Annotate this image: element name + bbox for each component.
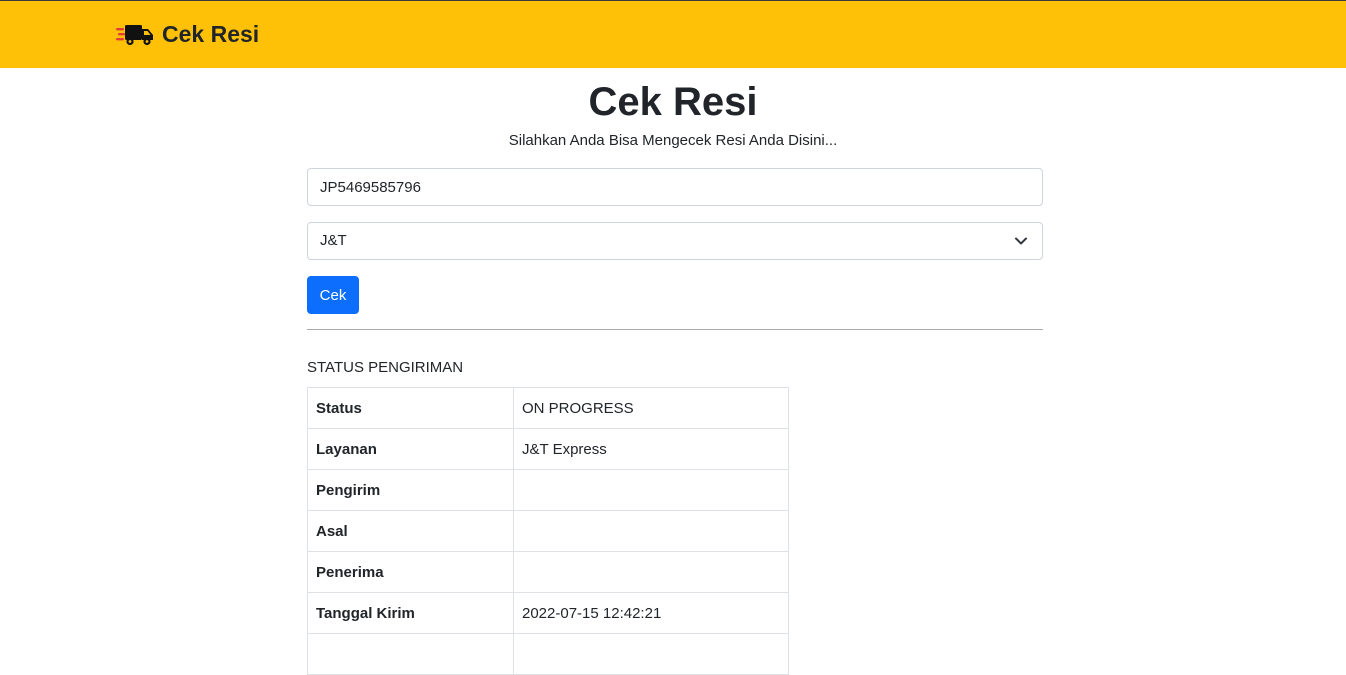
table-row: Tanggal Kirim 2022-07-15 12:42:21 [307, 592, 789, 634]
row-value-asal [513, 510, 789, 552]
resi-input[interactable] [307, 168, 1043, 206]
status-table: Status ON PROGRESS Layanan J&T Express P… [307, 387, 789, 675]
table-row: Pengirim [307, 469, 789, 511]
row-value-pengirim [513, 469, 789, 511]
delivery-truck-icon [116, 25, 153, 46]
divider [307, 329, 1043, 330]
page-title: Cek Resi [588, 80, 758, 124]
courier-select-value: J&T [320, 232, 347, 249]
page-subtitle: Silahkan Anda Bisa Mengecek Resi Anda Di… [508, 132, 838, 149]
table-row: Penerima [307, 551, 789, 593]
cek-button[interactable]: Cek [307, 276, 359, 314]
navbar: Cek Resi [0, 0, 1346, 68]
row-label-status: Status [307, 387, 514, 429]
table-row [307, 633, 789, 675]
table-row: Status ON PROGRESS [307, 387, 789, 429]
row-label-penerima: Penerima [307, 551, 514, 593]
row-value-penerima [513, 551, 789, 593]
courier-select[interactable]: J&T [307, 222, 1043, 260]
table-row: Layanan J&T Express [307, 428, 789, 470]
chevron-down-icon [1015, 237, 1027, 245]
row-value-status: ON PROGRESS [513, 387, 789, 429]
status-heading: STATUS PENGIRIMAN [307, 359, 464, 376]
brand-name: Cek Resi [162, 21, 260, 47]
row-label-asal: Asal [307, 510, 514, 552]
row-label-tanggal-kirim: Tanggal Kirim [307, 592, 514, 634]
row-value-tanggal-kirim: 2022-07-15 12:42:21 [513, 592, 789, 634]
row-value-layanan: J&T Express [513, 428, 789, 470]
row-label-layanan: Layanan [307, 428, 514, 470]
row-label-next [307, 633, 514, 675]
row-value-next [513, 633, 789, 675]
brand-link[interactable]: Cek Resi [116, 19, 259, 49]
row-label-pengirim: Pengirim [307, 469, 514, 511]
table-row: Asal [307, 510, 789, 552]
